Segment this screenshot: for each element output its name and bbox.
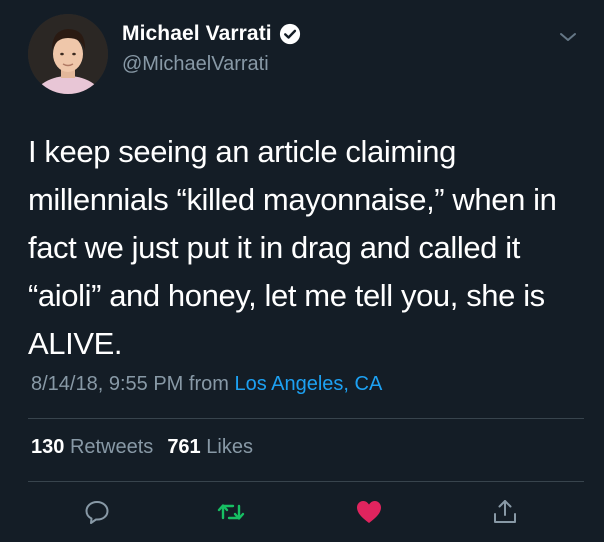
- heart-icon: [357, 501, 381, 523]
- likes-label: Likes: [206, 436, 253, 458]
- from-label: from: [188, 373, 229, 395]
- display-name[interactable]: Michael Varrati: [122, 22, 272, 46]
- divider: [28, 418, 584, 419]
- like-button[interactable]: [354, 497, 384, 527]
- author-handle[interactable]: @MichaelVarrati: [122, 53, 269, 76]
- reply-button[interactable]: [82, 497, 112, 527]
- likes-stat[interactable]: 761 Likes: [167, 436, 253, 459]
- chevron-down-icon[interactable]: [558, 30, 578, 44]
- divider: [28, 481, 584, 482]
- speech-bubble-icon: [85, 501, 109, 524]
- location-link[interactable]: Los Angeles, CA: [234, 373, 382, 395]
- retweets-count: 130: [31, 436, 65, 458]
- timestamp[interactable]: 8/14/18, 9:55 PM: [31, 373, 183, 395]
- retweets-label: Retweets: [69, 436, 154, 458]
- tweet-meta: 8/14/18, 9:55 PM from Los Angeles, CA: [31, 373, 382, 396]
- profile-photo-icon: [28, 14, 108, 94]
- verified-badge-icon: [279, 23, 300, 45]
- tweet-text: I keep seeing an article claiming millen…: [28, 134, 557, 361]
- author-name-row[interactable]: Michael Varrati: [122, 22, 301, 46]
- likes-count: 761: [167, 436, 201, 458]
- retweets-stat[interactable]: 130 Retweets: [31, 436, 153, 459]
- engagement-stats: 130 Retweets 761 Likes: [31, 436, 253, 459]
- retweet-icon: [217, 504, 245, 520]
- share-icon: [494, 500, 516, 523]
- retweet-button[interactable]: [216, 497, 246, 527]
- share-button[interactable]: [490, 497, 520, 527]
- avatar[interactable]: [28, 14, 108, 94]
- tweet-card: Michael Varrati @MichaelVarrati I keep s…: [0, 0, 604, 542]
